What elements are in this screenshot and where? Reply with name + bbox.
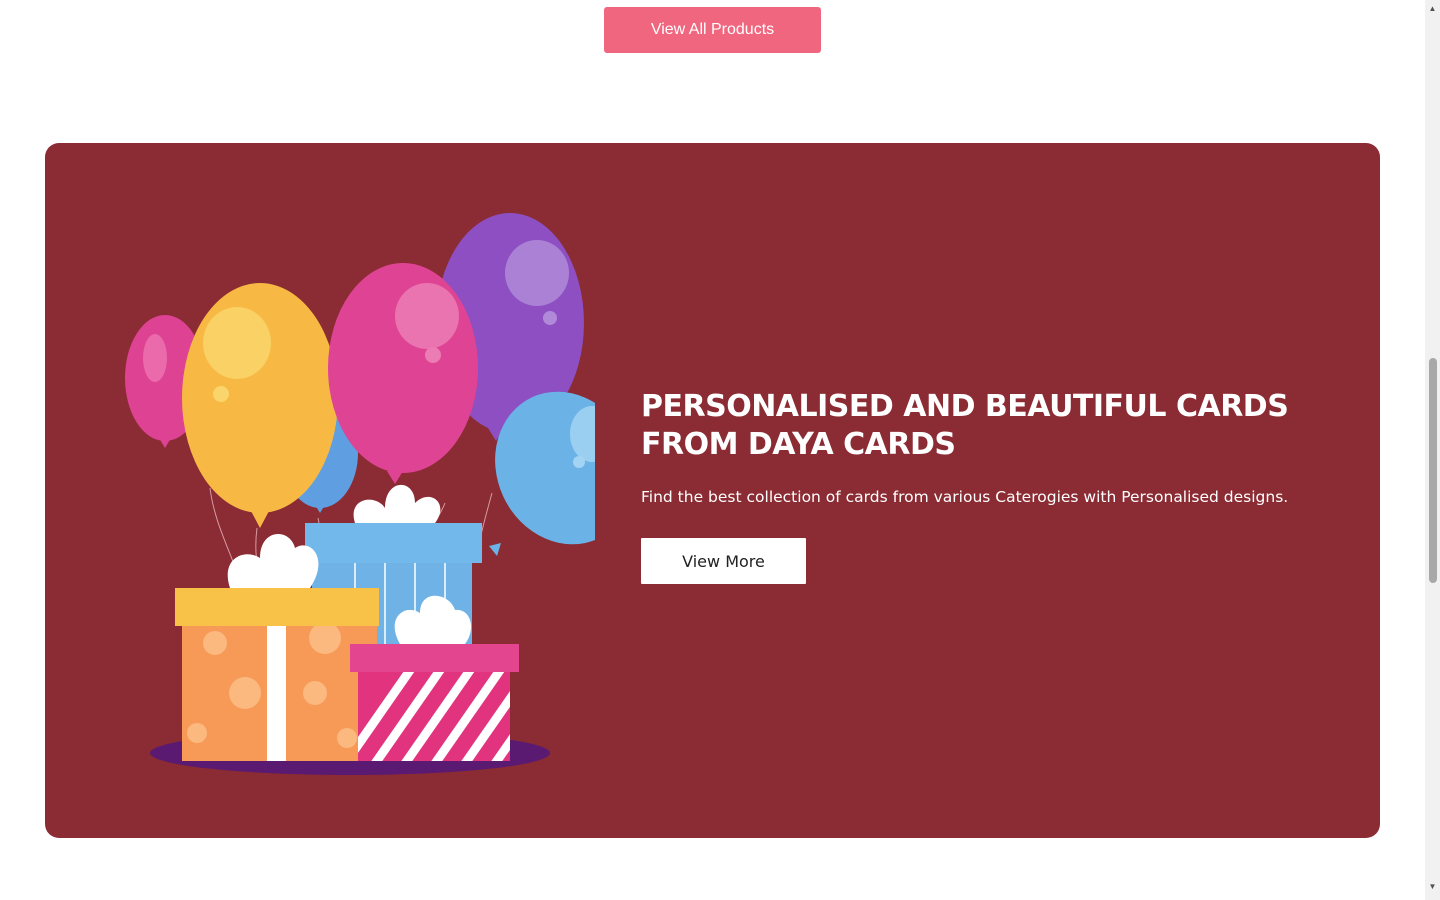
scroll-up-arrow-icon[interactable]: ▲ (1425, 2, 1440, 16)
banner-text: PERSONALISED AND BEAUTIFUL CARDS FROM DA… (641, 388, 1341, 584)
scroll-down-arrow-icon[interactable]: ▼ (1425, 880, 1440, 894)
banner-headline-line1: PERSONALISED AND BEAUTIFUL CARDS (641, 389, 1289, 424)
view-all-products-button[interactable]: View All Products (604, 7, 821, 53)
scrollbar-thumb[interactable] (1429, 358, 1437, 583)
view-more-button[interactable]: View More (641, 538, 806, 584)
banner-subtext: Find the best collection of cards from v… (641, 488, 1289, 506)
banner-headline: PERSONALISED AND BEAUTIFUL CARDS FROM DA… (641, 388, 1341, 464)
balloons-and-gifts-illustration (125, 213, 595, 775)
banner-headline-line2: FROM DAYA CARDS (641, 427, 956, 462)
promo-banner: PERSONALISED AND BEAUTIFUL CARDS FROM DA… (45, 143, 1380, 838)
vertical-scrollbar[interactable]: ▲ ▼ (1425, 0, 1440, 900)
